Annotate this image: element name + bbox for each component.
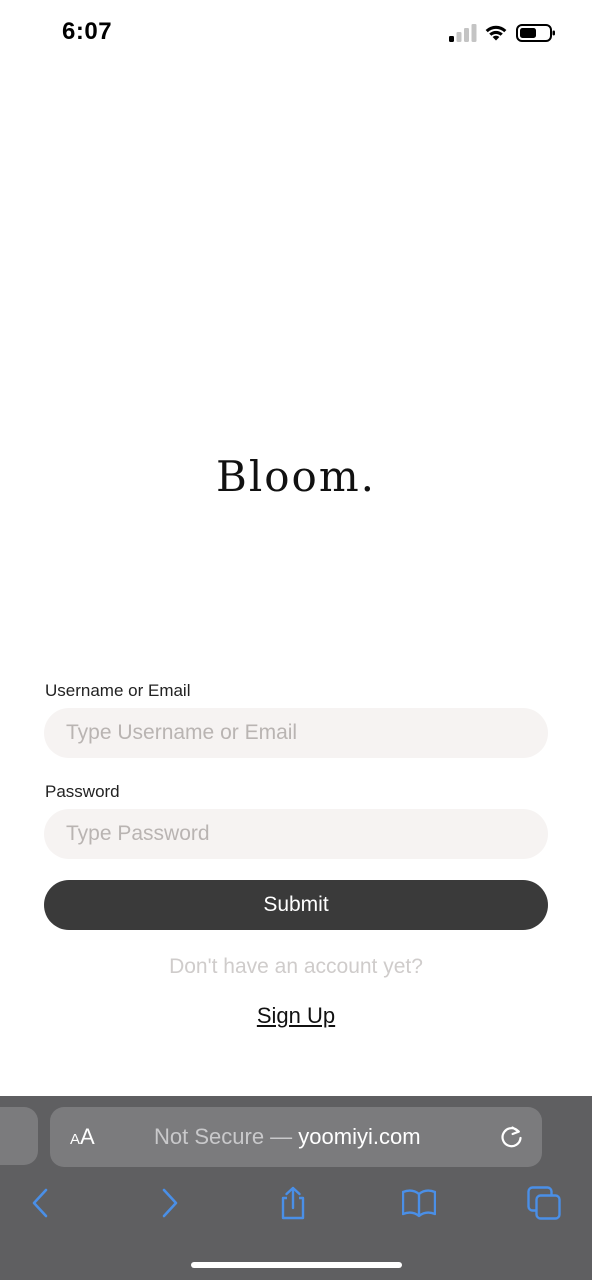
wifi-icon [485,25,507,41]
forward-icon[interactable] [152,1186,186,1220]
password-label: Password [45,782,120,801]
submit-button[interactable]: Submit [44,880,548,930]
share-icon[interactable] [276,1186,310,1220]
battery-icon [516,24,555,42]
brand-logo: Bloom. [215,452,377,501]
text-size-large-glyph: A [80,1124,95,1149]
signup-link[interactable]: Sign Up [0,1003,592,1029]
security-label: Not Secure — [154,1124,293,1149]
cellular-signal-icon [449,24,477,42]
back-icon[interactable] [24,1186,58,1220]
text-size-small-glyph: A [70,1131,81,1148]
url-domain: yoomiyi.com [298,1124,421,1149]
tabs-icon[interactable] [527,1186,561,1220]
previous-tab-preview[interactable] [0,1107,38,1165]
url-display[interactable]: Not Secure — yoomiyi.com [154,1123,421,1151]
username-input[interactable] [44,708,548,758]
home-indicator [191,1262,402,1268]
status-time: 6:07 [62,18,113,45]
address-bar[interactable]: AA Not Secure — yoomiyi.com [50,1107,542,1167]
reload-icon[interactable] [498,1123,526,1151]
password-input[interactable] [44,809,548,859]
text-size-button[interactable]: AA [70,1123,95,1151]
username-label: Username or Email [45,681,191,700]
bookmarks-icon[interactable] [402,1186,436,1220]
status-bar: 6:07 [0,0,592,68]
signup-prompt: Don't have an account yet? [169,955,423,978]
